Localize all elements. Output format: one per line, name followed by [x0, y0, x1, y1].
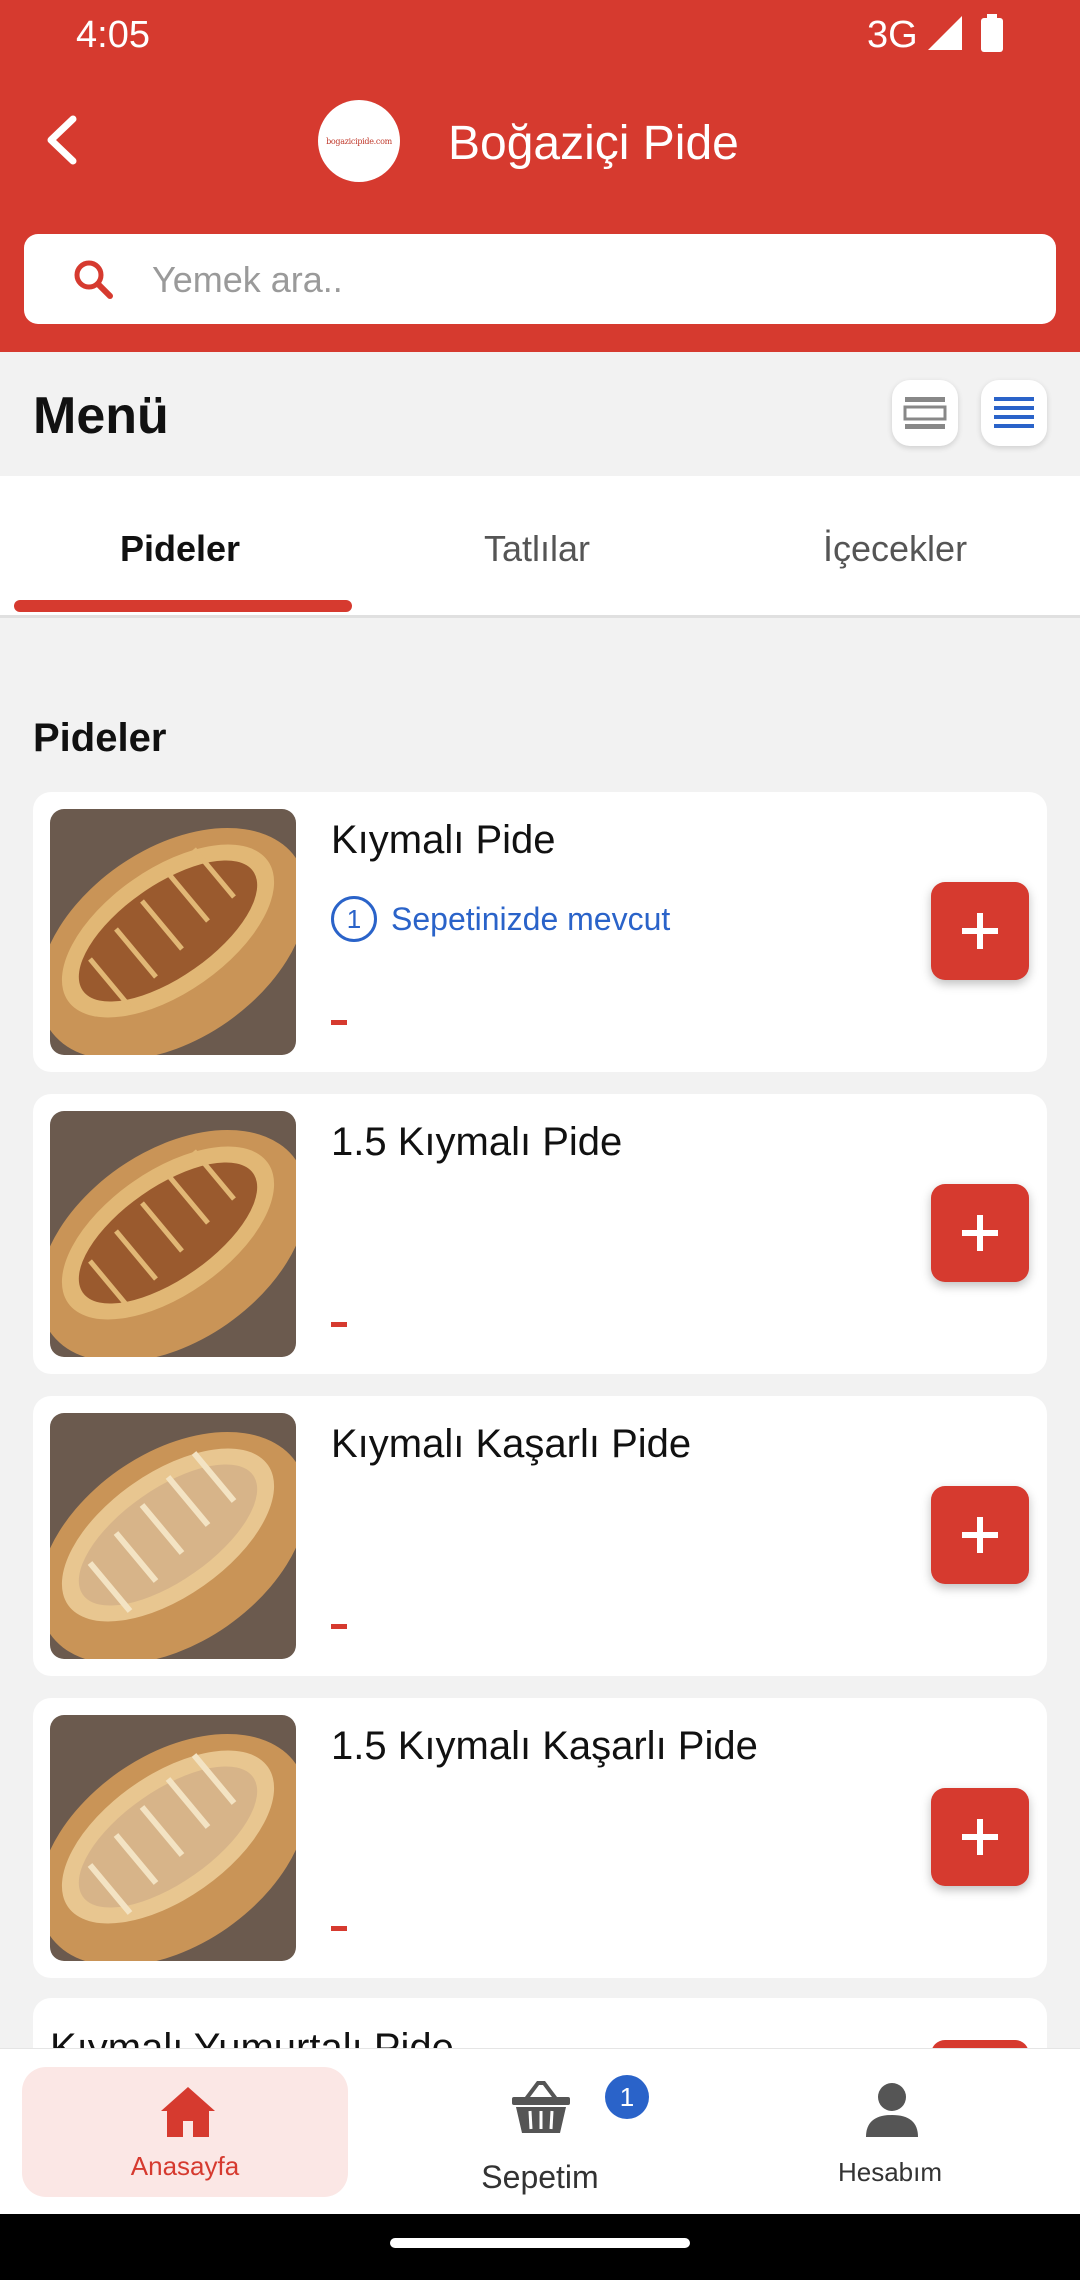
item-name: 1.5 Kıymalı Kaşarlı Pide — [331, 1724, 758, 1768]
status-bar: 4:05 3G — [0, 0, 1080, 70]
app-header: 4:05 3G bogazicipide.com Boğaziçi Pide — [0, 0, 1080, 352]
plus-icon — [962, 1215, 998, 1251]
list-view-icon — [994, 397, 1034, 428]
item-name: 1.5 Kıymalı Pide — [331, 1120, 623, 1164]
plus-icon — [962, 1517, 998, 1553]
nav-account[interactable]: Hesabım — [780, 2049, 1000, 2215]
menu-title: Menü — [33, 387, 169, 445]
add-to-cart-button[interactable] — [931, 1184, 1029, 1282]
basket-icon — [512, 2081, 570, 2133]
item-price — [331, 1624, 347, 1629]
nav-account-label: Hesabım — [837, 2157, 943, 2187]
home-gesture-bar[interactable] — [390, 2238, 690, 2248]
signal-icon — [928, 16, 962, 50]
item-price — [331, 1020, 347, 1025]
nav-home[interactable]: Anasayfa — [22, 2067, 348, 2197]
category-tabs: Pideler Tatlılar İçecekler — [0, 476, 1080, 618]
add-to-cart-button[interactable] — [931, 1486, 1029, 1584]
active-tab-indicator — [14, 600, 352, 612]
user-icon — [866, 2083, 918, 2137]
home-icon — [161, 2087, 215, 2137]
item-image — [50, 1111, 296, 1357]
nav-home-label: Anasayfa — [130, 2151, 240, 2181]
menu-item-card[interactable]: Kıymalı Pide 1 Sepetinizde mevcut — [33, 792, 1047, 1072]
status-time: 4:05 — [76, 14, 150, 56]
system-navigation-bar — [0, 2214, 1080, 2280]
item-price — [331, 1322, 347, 1327]
tab-pideler[interactable]: Pideler — [120, 528, 240, 570]
menu-item-card[interactable]: 1.5 Kıymalı Pide — [33, 1094, 1047, 1374]
menu-item-card[interactable]: 1.5 Kıymalı Kaşarlı Pide — [33, 1698, 1047, 1978]
in-cart-text: Sepetinizde mevcut — [391, 900, 671, 937]
item-name: Kıymalı Pide — [331, 818, 556, 862]
add-to-cart-button[interactable] — [931, 882, 1029, 980]
item-price — [331, 1926, 347, 1931]
tab-tatlilar[interactable]: Tatlılar — [484, 528, 590, 570]
search-icon — [74, 260, 113, 299]
logo-text: bogazicipide.com — [326, 136, 392, 146]
item-image — [50, 1715, 296, 1961]
plus-icon — [962, 1819, 998, 1855]
bottom-navigation: Anasayfa 1 Sepetim Hesabım — [0, 2048, 1080, 2214]
back-button[interactable] — [38, 110, 84, 170]
network-type: 3G — [867, 14, 918, 56]
cart-count-badge: 1 — [605, 2075, 649, 2119]
restaurant-title: Boğaziçi Pide — [448, 117, 739, 170]
back-arrow-icon — [47, 115, 77, 165]
tab-icecekler[interactable]: İçecekler — [823, 528, 967, 570]
search-input[interactable] — [152, 254, 1032, 306]
list-view-button[interactable] — [981, 380, 1047, 446]
nav-cart-label: Sepetim — [481, 2159, 599, 2195]
search-bar[interactable] — [24, 234, 1056, 324]
nav-cart[interactable]: 1 Sepetim — [430, 2049, 650, 2215]
section-title: Pideler — [33, 716, 167, 760]
add-to-cart-button[interactable] — [931, 1788, 1029, 1886]
in-cart-count: 1 — [331, 896, 377, 942]
grid-view-icon — [903, 397, 947, 429]
item-name: Kıymalı Kaşarlı Pide — [331, 1422, 692, 1466]
item-image — [50, 1413, 296, 1659]
plus-icon — [962, 913, 998, 949]
restaurant-logo: bogazicipide.com — [318, 100, 400, 182]
item-image — [50, 809, 296, 1055]
menu-item-card[interactable]: Kıymalı Kaşarlı Pide — [33, 1396, 1047, 1676]
grid-view-button[interactable] — [892, 380, 958, 446]
battery-icon — [981, 14, 1003, 52]
in-cart-indicator: 1 Sepetinizde mevcut — [331, 896, 670, 942]
